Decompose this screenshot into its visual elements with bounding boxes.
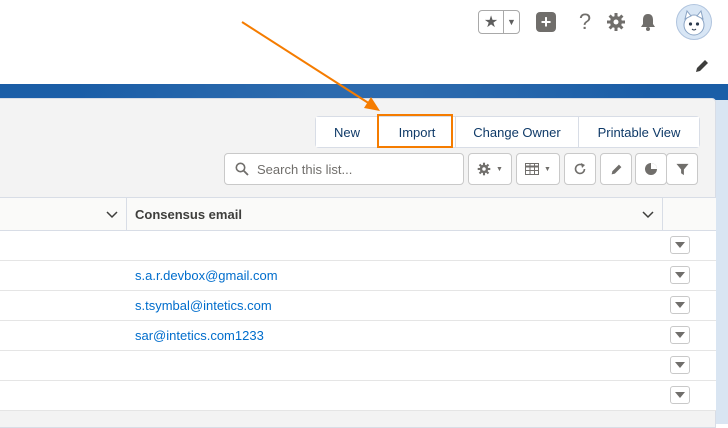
charts-button[interactable] [635, 153, 667, 185]
row-actions-button[interactable] [670, 386, 690, 404]
table-icon [525, 163, 540, 175]
bell-icon[interactable] [636, 10, 660, 34]
plus-icon: + [536, 12, 556, 32]
chevron-down-icon[interactable] [105, 207, 119, 221]
table-row [0, 351, 716, 381]
table-row: s.a.r.devbox@gmail.com [0, 261, 716, 291]
chevron-down-icon [675, 272, 685, 278]
edit-list-button[interactable] [600, 153, 632, 185]
global-actions-button[interactable]: + [534, 10, 558, 34]
chevron-down-icon[interactable] [641, 207, 655, 221]
chevron-down-icon [675, 362, 685, 368]
table-row: sar@intetics.com1233 [0, 321, 716, 351]
row-actions-button[interactable] [670, 326, 690, 344]
list-actions: New Import Change Owner Printable View [315, 116, 700, 148]
table-row [0, 381, 716, 411]
chevron-down-icon: ▼ [544, 165, 551, 173]
import-highlight [377, 114, 453, 148]
search-icon [235, 162, 249, 176]
email-link[interactable]: s.tsymbal@intetics.com [135, 298, 272, 313]
chevron-down-icon: ▼ [496, 165, 503, 173]
list-search [224, 153, 464, 185]
chevron-down-icon [675, 242, 685, 248]
records-table: Consensus email s.a.r.devbox@gmail.com s… [0, 197, 716, 411]
star-icon[interactable]: ★ [479, 11, 504, 33]
pie-chart-icon [644, 162, 658, 176]
pencil-icon[interactable] [694, 58, 710, 74]
table-row: s.tsymbal@intetics.com [0, 291, 716, 321]
email-link[interactable]: s.a.r.devbox@gmail.com [135, 268, 278, 283]
refresh-button[interactable] [564, 153, 596, 185]
column-header-consensus-email[interactable]: Consensus email [135, 207, 242, 222]
table-row [0, 231, 716, 261]
refresh-icon [573, 162, 587, 176]
favorites-button-group[interactable]: ★ ▼ [478, 10, 520, 34]
gear-icon[interactable] [604, 10, 628, 34]
display-as-button[interactable]: ▼ [516, 153, 560, 185]
column-divider[interactable] [126, 198, 127, 230]
row-actions-button[interactable] [670, 356, 690, 374]
list-settings-button[interactable]: ▼ [468, 153, 512, 185]
new-button[interactable]: New [316, 117, 379, 147]
chevron-down-icon [675, 302, 685, 308]
gear-icon [477, 162, 491, 176]
chevron-down-icon[interactable]: ▼ [504, 11, 519, 33]
row-actions-button[interactable] [670, 296, 690, 314]
pencil-icon [610, 163, 623, 176]
table-header: Consensus email [0, 197, 716, 231]
email-link[interactable]: sar@intetics.com1233 [135, 328, 264, 343]
global-header: ★ ▼ + ? [0, 0, 728, 86]
row-actions-button[interactable] [670, 236, 690, 254]
column-divider[interactable] [662, 198, 663, 230]
chevron-down-icon [675, 392, 685, 398]
filter-button[interactable] [666, 153, 698, 185]
chevron-down-icon [675, 332, 685, 338]
change-owner-button[interactable]: Change Owner [456, 117, 579, 147]
printable-view-button[interactable]: Printable View [579, 117, 699, 147]
avatar[interactable] [676, 4, 712, 40]
filter-icon [675, 163, 689, 176]
row-actions-button[interactable] [670, 266, 690, 284]
search-input[interactable] [255, 160, 459, 178]
help-icon[interactable]: ? [573, 9, 597, 34]
